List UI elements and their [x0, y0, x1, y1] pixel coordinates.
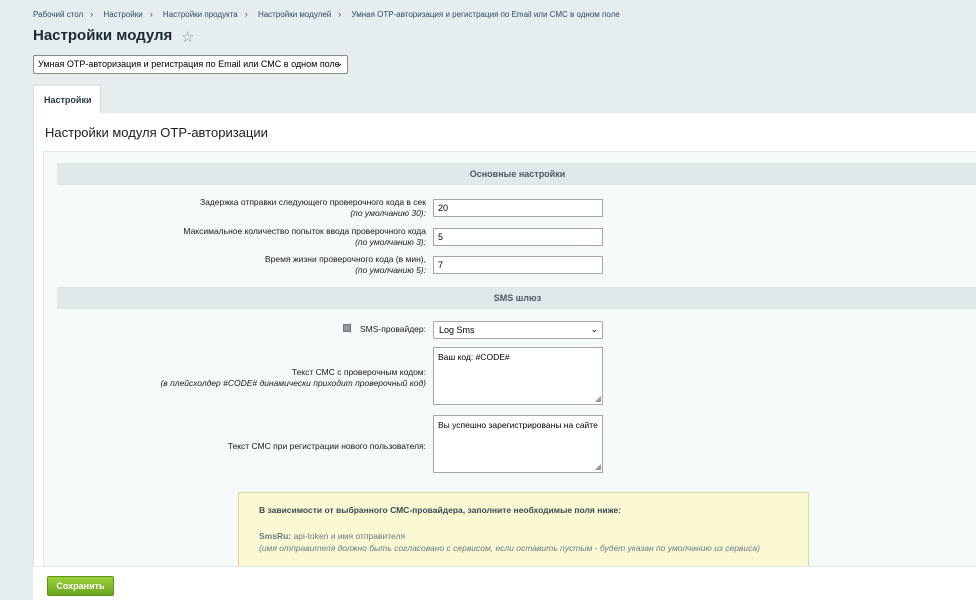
section-sms-header: SMS шлюз	[57, 287, 976, 309]
breadcrumb-current-module[interactable]: Умная OTP-авторизация и регистрация по E…	[352, 10, 620, 19]
breadcrumb: Рабочий стол › Настройки › Настройки проду…	[33, 9, 620, 19]
delay-input[interactable]: 20	[433, 199, 603, 217]
resize-grip-icon[interactable]: ◢	[595, 394, 601, 404]
sms-text-value: Ваш код: #CODE#	[438, 352, 510, 362]
notice-heading: В зависимости от выбранного СМС-провайде…	[259, 505, 622, 515]
breadcrumb-desktop[interactable]: Рабочий стол	[33, 10, 83, 19]
chevron-down-icon: ⌄	[335, 58, 343, 68]
lifetime-label-text: Время жизни проверочного кода (в мин),	[265, 254, 426, 264]
page-title: Настройки модуля	[33, 27, 173, 44]
breadcrumb-separator: ›	[149, 9, 153, 19]
panel-title: Настройки модуля OTP-авторизации	[45, 125, 268, 140]
notice-provider-note: (имя отправителя должно быть согласовано…	[259, 543, 760, 553]
resize-grip-icon[interactable]: ◢	[595, 462, 601, 472]
delay-label-hint: (по умолчанию 30):	[350, 208, 426, 218]
info-icon[interactable]	[343, 324, 351, 332]
tab-settings[interactable]: Настройки	[33, 85, 101, 114]
attempts-label: Максимальное количество попыток ввода пр…	[183, 226, 426, 248]
provider-select-value: Log Sms	[439, 325, 475, 335]
attempts-input[interactable]: 5	[433, 228, 603, 246]
module-select-value: Умная OTP-авторизация и регистрация по E…	[38, 59, 340, 69]
sms-text-label-text: Текст СМС с проверочным кодом:	[291, 367, 426, 377]
breadcrumb-product-settings[interactable]: Настройки продукта	[163, 10, 238, 19]
notice-body: SmsRu: api-token и имя отправителя (имя …	[259, 530, 788, 554]
lifetime-input[interactable]: 7	[433, 256, 603, 274]
breadcrumb-separator: ›	[338, 9, 342, 19]
notice-provider-fields: api-token и имя отправителя	[291, 531, 406, 541]
provider-select[interactable]: Log Sms ⌄	[433, 321, 603, 339]
lifetime-label: Время жизни проверочного кода (в мин), (…	[265, 254, 426, 276]
reg-text-label: Текст СМС при регистрации нового пользов…	[227, 441, 426, 451]
breadcrumb-separator: ›	[244, 9, 248, 19]
footer-bar: Сохранить	[33, 566, 976, 600]
notice-provider-name: SmsRu:	[259, 531, 292, 541]
provider-label: SMS-провайдер:	[360, 324, 426, 334]
settings-panel: Настройки модуля OTP-авторизации Основны…	[33, 113, 976, 600]
attempts-label-hint: (по умолчанию 3):	[355, 237, 426, 247]
star-icon[interactable]: ☆	[181, 28, 194, 46]
breadcrumb-settings[interactable]: Настройки	[103, 10, 142, 19]
breadcrumb-module-settings[interactable]: Настройки модулей	[258, 10, 331, 19]
attempts-label-text: Максимальное количество попыток ввода пр…	[183, 226, 426, 236]
breadcrumb-separator: ›	[90, 9, 94, 19]
chevron-down-icon: ⌄	[590, 324, 598, 334]
delay-label-text: Задержка отправки следующего проверочног…	[199, 197, 426, 207]
sms-text-label-hint: (в плейсхолдер #CODE# динамически приход…	[160, 378, 426, 388]
delay-label: Задержка отправки следующего проверочног…	[200, 197, 426, 219]
section-main-header: Основные настройки	[57, 163, 976, 185]
settings-form: Основные настройки Задержка отправки сле…	[43, 151, 976, 600]
lifetime-label-hint: (по умолчанию 5):	[355, 265, 426, 275]
save-button[interactable]: Сохранить	[47, 576, 114, 596]
reg-text-textarea[interactable]: Вы успешно зарегистрированы на сайте ◢	[433, 415, 603, 473]
sms-text-textarea[interactable]: Ваш код: #CODE# ◢	[433, 347, 603, 405]
reg-text-value: Вы успешно зарегистрированы на сайте	[438, 420, 598, 430]
module-select[interactable]: Умная OTP-авторизация и регистрация по E…	[33, 55, 348, 74]
sms-text-label: Текст СМС с проверочным кодом: (в плейсх…	[160, 367, 426, 389]
